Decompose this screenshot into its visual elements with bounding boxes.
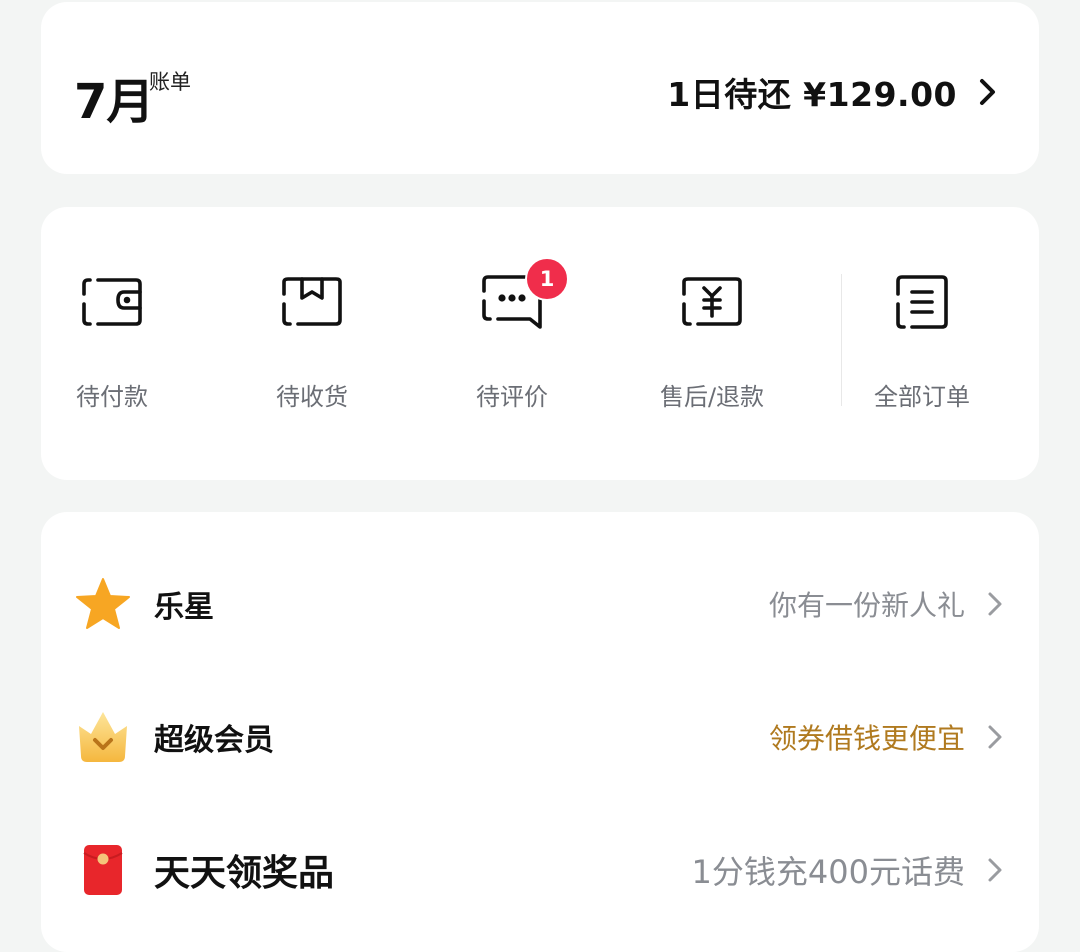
chevron-right-icon	[979, 77, 1005, 107]
wallet-icon	[77, 267, 147, 337]
service-row-super-member[interactable]: 超级会员 领券借钱更便宜	[41, 692, 1039, 782]
order-label: 待收货	[276, 383, 348, 411]
order-after-sales[interactable]: 售后/退款	[632, 267, 792, 412]
service-title: 超级会员	[154, 723, 274, 758]
order-pending-delivery[interactable]: 待收货	[232, 267, 392, 412]
order-list-icon	[887, 267, 957, 337]
chevron-right-icon	[987, 722, 1007, 752]
bill-month: 7月	[74, 74, 154, 130]
order-label: 全部订单	[874, 383, 970, 411]
bill-due-text: 1日待还 ¥129.00	[667, 75, 957, 114]
service-title: 乐星	[154, 590, 214, 625]
order-label: 待付款	[76, 383, 148, 411]
bill-due-button[interactable]: 1日待还 ¥129.00	[667, 68, 1005, 116]
crown-icon	[73, 707, 133, 767]
order-all[interactable]: 全部订单	[842, 267, 1002, 412]
service-row-lexing[interactable]: 乐星 你有一份新人礼	[41, 559, 1039, 649]
refund-icon	[677, 267, 747, 337]
order-label: 售后/退款	[659, 383, 765, 411]
services-card: 乐星 你有一份新人礼 超级会员 领券借钱更便宜 天天领奖品 1分钱充400元话费	[41, 512, 1039, 952]
service-row-daily-prize[interactable]: 天天领奖品 1分钱充400元话费	[41, 825, 1039, 915]
order-label: 待评价	[476, 383, 548, 411]
bill-label: 账单	[149, 70, 191, 94]
orders-card: 待付款 待收货 1 待评价 售后/退款 全部订单	[41, 207, 1039, 480]
order-pending-review[interactable]: 1 待评价	[432, 257, 592, 412]
package-icon	[277, 267, 347, 337]
service-subtitle: 领券借钱更便宜	[768, 722, 965, 755]
chevron-right-icon	[987, 855, 1007, 885]
order-pending-payment[interactable]: 待付款	[32, 267, 192, 412]
chevron-right-icon	[987, 589, 1007, 619]
star-icon	[73, 574, 133, 634]
service-title: 天天领奖品	[154, 853, 335, 894]
review-count-badge: 1	[525, 257, 569, 301]
red-envelope-icon	[73, 840, 133, 900]
bill-card: 7月 账单 1日待还 ¥129.00	[41, 2, 1039, 174]
comment-icon: 1	[477, 257, 569, 337]
service-subtitle: 你有一份新人礼	[768, 589, 965, 622]
service-subtitle: 1分钱充400元话费	[691, 853, 965, 891]
